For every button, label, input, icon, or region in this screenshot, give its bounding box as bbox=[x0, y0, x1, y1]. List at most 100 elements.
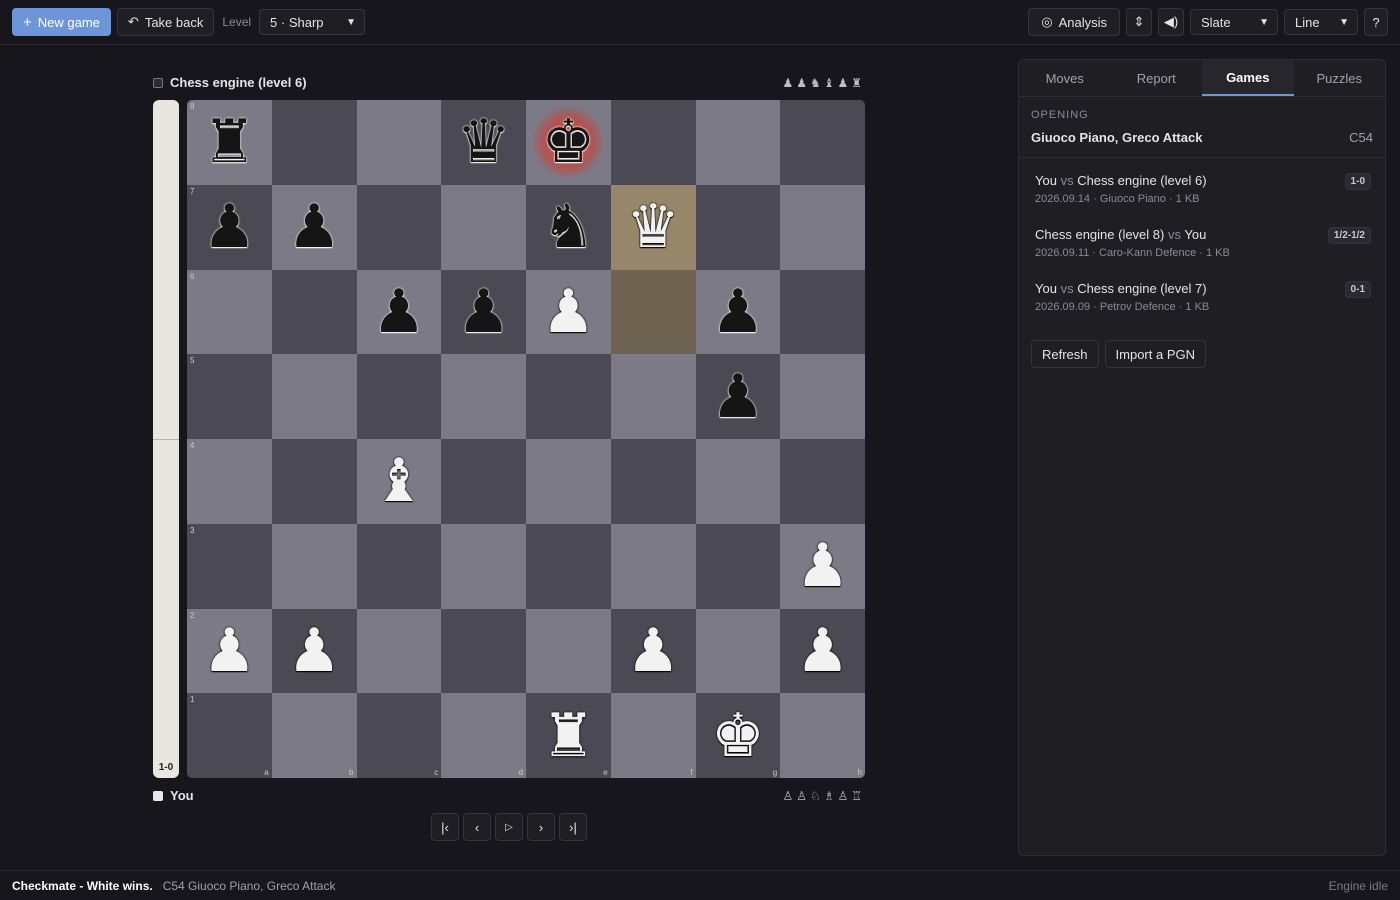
list-item[interactable]: Chess engine (level 8) vs You 2026.09.11… bbox=[1035, 220, 1373, 274]
level-select[interactable]: 5 · Sharp ▼ bbox=[259, 9, 366, 35]
square-d2[interactable] bbox=[441, 608, 526, 694]
square-d3[interactable] bbox=[441, 523, 526, 609]
square-a4[interactable]: 4 bbox=[187, 439, 272, 524]
white-queen-icon[interactable]: ♛ bbox=[626, 197, 680, 257]
square-h7[interactable] bbox=[780, 184, 865, 270]
square-g6[interactable]: ♟ bbox=[695, 269, 781, 355]
white-bishop-icon[interactable]: ♝ bbox=[372, 451, 426, 511]
square-d5[interactable] bbox=[441, 354, 526, 439]
square-g1[interactable]: g ♚ bbox=[695, 693, 781, 778]
analysis-button[interactable]: ◎ Analysis bbox=[1028, 8, 1120, 36]
square-f2[interactable]: ♟ bbox=[610, 608, 696, 694]
square-e1[interactable]: e ♜ bbox=[526, 693, 611, 778]
square-a3[interactable]: 3 bbox=[187, 523, 272, 609]
square-h5[interactable] bbox=[780, 354, 865, 439]
square-f5[interactable] bbox=[610, 354, 696, 439]
square-c2[interactable] bbox=[356, 608, 442, 694]
square-h8[interactable] bbox=[780, 100, 865, 185]
piece-style-select[interactable]: Line ▼ bbox=[1284, 9, 1358, 35]
square-a7[interactable]: 7 ♟ bbox=[187, 184, 272, 270]
square-b2[interactable]: ♟ bbox=[271, 608, 357, 694]
square-e8[interactable]: ♚ bbox=[526, 100, 611, 185]
square-a2[interactable]: 2 ♟ bbox=[187, 608, 272, 694]
square-c8[interactable] bbox=[356, 100, 442, 185]
square-b5[interactable] bbox=[271, 354, 357, 439]
take-back-button[interactable]: ↶ Take back bbox=[116, 8, 215, 36]
square-g8[interactable] bbox=[695, 100, 781, 185]
tab-puzzles[interactable]: Puzzles bbox=[1294, 60, 1386, 96]
square-b4[interactable] bbox=[271, 439, 357, 524]
square-b8[interactable] bbox=[271, 100, 357, 185]
square-g2[interactable] bbox=[695, 608, 781, 694]
list-item[interactable]: You vs Chess engine (level 7) 2026.09.09… bbox=[1035, 274, 1373, 328]
square-c7[interactable] bbox=[356, 184, 442, 270]
flip-board-button[interactable]: ⇕ bbox=[1126, 8, 1152, 36]
tab-games[interactable]: Games bbox=[1202, 60, 1294, 96]
white-pawn-icon[interactable]: ♟ bbox=[541, 282, 595, 342]
square-f1[interactable]: f bbox=[610, 693, 696, 778]
square-e4[interactable] bbox=[526, 439, 611, 524]
white-pawn-icon[interactable]: ♟ bbox=[287, 621, 341, 681]
square-a6[interactable]: 6 bbox=[187, 269, 272, 355]
square-h1[interactable]: h bbox=[780, 693, 865, 778]
last-move-button[interactable]: ›| bbox=[559, 813, 587, 841]
square-e5[interactable] bbox=[526, 354, 611, 439]
first-move-button[interactable]: |‹ bbox=[431, 813, 459, 841]
square-b6[interactable] bbox=[271, 269, 357, 355]
square-h6[interactable] bbox=[780, 269, 865, 355]
square-a5[interactable]: 5 bbox=[187, 354, 272, 439]
black-knight-icon[interactable]: ♞ bbox=[541, 197, 595, 257]
white-king-icon[interactable]: ♚ bbox=[711, 706, 765, 766]
next-move-button[interactable]: › bbox=[527, 813, 555, 841]
square-h3[interactable]: ♟ bbox=[780, 523, 865, 609]
new-game-button[interactable]: + New game bbox=[12, 8, 111, 36]
list-item[interactable]: You vs Chess engine (level 6) 2026.09.14… bbox=[1035, 166, 1373, 220]
white-pawn-icon[interactable]: ♟ bbox=[796, 536, 850, 596]
black-pawn-icon[interactable]: ♟ bbox=[287, 197, 341, 257]
square-d4[interactable] bbox=[441, 439, 526, 524]
white-pawn-icon[interactable]: ♟ bbox=[626, 621, 680, 681]
import-pgn-button[interactable]: Import a PGN bbox=[1104, 340, 1206, 368]
square-d8[interactable]: ♛ bbox=[441, 100, 526, 185]
square-c5[interactable] bbox=[356, 354, 442, 439]
square-b7[interactable]: ♟ bbox=[271, 184, 357, 270]
black-pawn-icon[interactable]: ♟ bbox=[457, 282, 511, 342]
square-d7[interactable] bbox=[441, 184, 526, 270]
tab-report[interactable]: Report bbox=[1111, 60, 1203, 96]
previous-move-button[interactable]: ‹ bbox=[463, 813, 491, 841]
square-d6[interactable]: ♟ bbox=[441, 269, 526, 355]
black-pawn-icon[interactable]: ♟ bbox=[202, 197, 256, 257]
theme-select[interactable]: Slate ▼ bbox=[1190, 9, 1278, 35]
white-pawn-icon[interactable]: ♟ bbox=[796, 621, 850, 681]
square-e7[interactable]: ♞ bbox=[526, 184, 611, 270]
square-d1[interactable]: d bbox=[441, 693, 526, 778]
square-e3[interactable] bbox=[526, 523, 611, 609]
help-button[interactable]: ? bbox=[1364, 8, 1388, 36]
tab-moves[interactable]: Moves bbox=[1019, 60, 1111, 96]
square-a8[interactable]: 8 ♜ bbox=[187, 100, 272, 185]
sound-button[interactable]: ◀) bbox=[1158, 8, 1184, 36]
chess-board[interactable]: 8 ♜ ♛ ♚ 7 ♟ ♟ ♞ ♛ 6 ♟ ♟ ♟ ♟ 5 ♟ 4 ♝ 3 ♟ 2 ♟ ♟ ♟ ♟ 1 a b c d e ♜ f g ♚ h bbox=[187, 100, 865, 778]
square-f3[interactable] bbox=[610, 523, 696, 609]
black-pawn-icon[interactable]: ♟ bbox=[711, 367, 765, 427]
square-c4[interactable]: ♝ bbox=[356, 439, 442, 524]
square-b3[interactable] bbox=[271, 523, 357, 609]
square-g5[interactable]: ♟ bbox=[695, 354, 781, 439]
square-c3[interactable] bbox=[356, 523, 442, 609]
black-pawn-icon[interactable]: ♟ bbox=[372, 282, 426, 342]
black-queen-icon[interactable]: ♛ bbox=[457, 112, 511, 172]
black-pawn-icon[interactable]: ♟ bbox=[711, 282, 765, 342]
refresh-button[interactable]: Refresh bbox=[1031, 340, 1099, 368]
square-f7[interactable]: ♛ bbox=[610, 184, 696, 270]
white-pawn-icon[interactable]: ♟ bbox=[202, 621, 256, 681]
black-rook-icon[interactable]: ♜ bbox=[202, 112, 256, 172]
square-h4[interactable] bbox=[780, 439, 865, 524]
square-a1[interactable]: 1a bbox=[187, 693, 272, 778]
square-f8[interactable] bbox=[610, 100, 696, 185]
square-c1[interactable]: c bbox=[356, 693, 442, 778]
square-g4[interactable] bbox=[695, 439, 781, 524]
square-e2[interactable] bbox=[526, 608, 611, 694]
white-rook-icon[interactable]: ♜ bbox=[541, 706, 595, 766]
play-button[interactable]: ▷ bbox=[495, 813, 523, 841]
square-b1[interactable]: b bbox=[271, 693, 357, 778]
